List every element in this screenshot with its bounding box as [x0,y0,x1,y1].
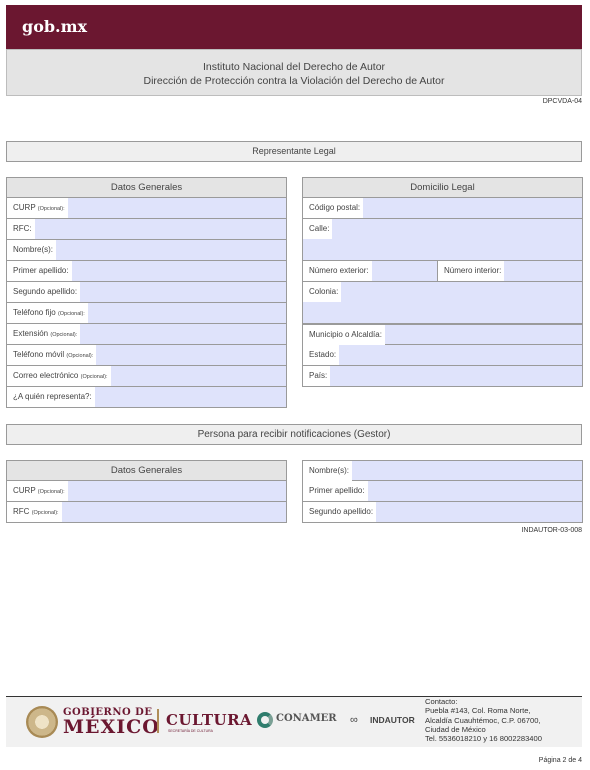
colonia-label: Colonia: [303,282,342,302]
gestor-segundo-apellido-label: Segundo apellido: [303,502,377,522]
cultura-logo: CULTURA [166,711,253,729]
correo-field[interactable]: Correo electrónico (Opcional): [6,366,287,387]
a-quien-representa-field[interactable]: ¿A quién representa?: [6,387,287,408]
institution-name: Instituto Nacional del Derecho de Autor [202,61,386,73]
gestor-nombre-label: Nombre(s): [303,461,353,481]
pais-label: País: [303,366,331,386]
pais-field[interactable]: País: [302,366,583,387]
curp-label: CURP (Opcional): [7,198,68,218]
numero-interior-field[interactable]: Número interior: [438,261,582,281]
telefono-fijo-field[interactable]: Teléfono fijo (Opcional): [6,303,287,324]
rfc-label: RFC: [7,219,35,239]
codigo-postal-label: Código postal: [303,198,364,218]
estado-label: Estado: [303,345,340,365]
panel-domicilio-legal: Domicilio Legal [302,177,583,198]
logo-separator [157,709,159,733]
curp-field[interactable]: CURP (Opcional): [6,198,287,219]
panel-gestor-datos-generales: Datos Generales [6,460,287,481]
gobierno-de-mexico-logo: GOBIERNO DE MÉXICO [63,707,160,738]
gestor-curp-label: CURP (Opcional): [7,481,68,501]
extension-label: Extensión (Opcional): [7,324,81,344]
numero-exterior-field[interactable]: Número exterior: [303,261,438,281]
nombre-field[interactable]: Nombre(s): [6,240,287,261]
segundo-apellido-label: Segundo apellido: [7,282,81,302]
gestor-segundo-apellido-field[interactable]: Segundo apellido: [302,502,583,523]
rfc-field[interactable]: RFC: [6,219,287,240]
numero-exterior-label: Número exterior: [303,261,372,281]
indautor-logo: INDAUTOR [370,715,415,725]
form-code-bottom: INDAUTOR-03-008 [521,527,582,534]
segundo-apellido-field[interactable]: Segundo apellido: [6,282,287,303]
gobmx-logo[interactable]: gob.mx [22,17,87,36]
numero-row: Número exterior: Número interior: [302,261,583,282]
primer-apellido-label: Primer apellido: [7,261,72,281]
colonia-field[interactable]: Colonia: [302,282,583,324]
gestor-curp-field[interactable]: CURP (Opcional): [6,481,287,502]
telefono-fijo-label: Teléfono fijo (Opcional): [7,303,88,323]
gestor-primer-apellido-label: Primer apellido: [303,481,368,501]
municipio-label: Municipio o Alcaldía: [303,325,385,345]
gestor-rfc-label: RFC (Opcional): [7,502,62,522]
page-number: Página 2 de 4 [538,757,582,764]
footer-logos: GOBIERNO DE MÉXICO CULTURA SECRETARÍA DE… [6,697,582,747]
contact-info: Contacto: Puebla #143, Col. Roma Norte, … [425,697,542,744]
conamer-icon [257,712,273,728]
direction-name: Dirección de Protección contra la Violac… [143,75,445,87]
form-code-top: DPCVDA-04 [542,98,582,105]
section-representante-legal: Representante Legal [6,141,582,162]
section-gestor: Persona para recibir notificaciones (Ges… [6,424,582,445]
gestor-nombre-field[interactable]: Nombre(s): [302,460,583,481]
cultura-subtitle: SECRETARÍA DE CULTURA [168,729,213,733]
extension-field[interactable]: Extensión (Opcional): [6,324,287,345]
gestor-primer-apellido-field[interactable]: Primer apellido: [302,481,583,502]
national-seal-icon [26,706,58,738]
panel-datos-generales: Datos Generales [6,177,287,198]
indautor-icon: ∞ [350,714,358,726]
municipio-field[interactable]: Municipio o Alcaldía: [302,324,583,345]
numero-interior-label: Número interior: [438,261,505,281]
nombre-label: Nombre(s): [7,240,57,260]
estado-field[interactable]: Estado: [302,345,583,366]
codigo-postal-field[interactable]: Código postal: [302,198,583,219]
conamer-logo: CONAMER [276,713,337,724]
primer-apellido-field[interactable]: Primer apellido: [6,261,287,282]
a-quien-representa-label: ¿A quién representa?: [7,387,95,407]
institution-header: Instituto Nacional del Derecho de Autor … [6,49,582,96]
correo-label: Correo electrónico (Opcional): [7,366,111,386]
telefono-movil-field[interactable]: Teléfono móvil (Opcional): [6,345,287,366]
telefono-movil-label: Teléfono móvil (Opcional): [7,345,97,365]
calle-label: Calle: [303,219,333,239]
gobmx-header: gob.mx [6,5,582,49]
gestor-rfc-field[interactable]: RFC (Opcional): [6,502,287,523]
calle-field[interactable]: Calle: [302,219,583,261]
